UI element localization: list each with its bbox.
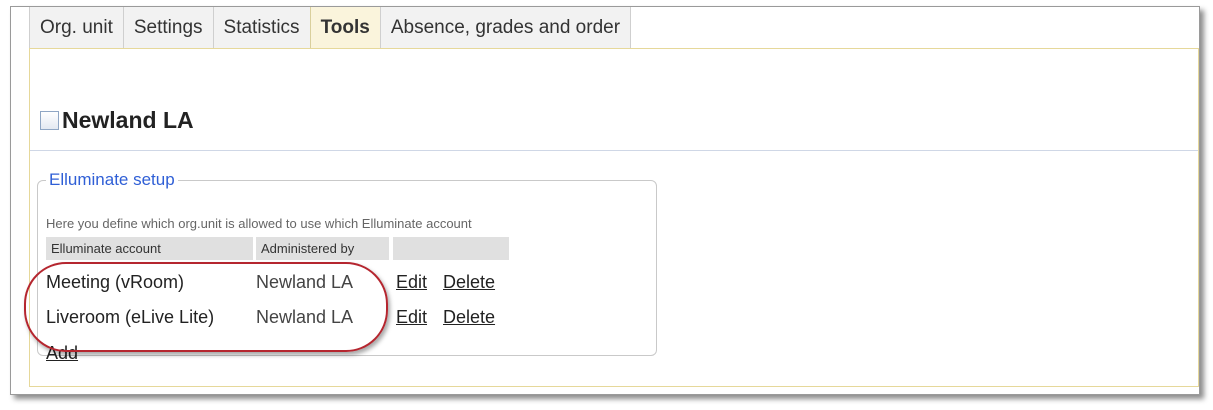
elluminate-setup-box: Elluminate setup Here you define which o… <box>24 170 657 363</box>
edit-link[interactable]: Edit <box>396 307 427 328</box>
tab-statistics[interactable]: Statistics <box>212 7 310 49</box>
page-title-row: Newland LA <box>40 107 194 134</box>
column-header-actions <box>393 237 509 260</box>
tab-absence-grades-order[interactable]: Absence, grades and order <box>379 7 632 49</box>
setup-description: Here you define which org.unit is allowe… <box>46 216 472 231</box>
admin-cell: Newland LA <box>256 307 354 327</box>
org-unit-icon <box>40 111 59 130</box>
column-header-account: Elluminate account <box>46 237 253 260</box>
tool-panel: Org. unit Settings Statistics Tools Abse… <box>10 6 1200 395</box>
account-cell: Liveroom (eLive Lite) <box>46 307 215 327</box>
tab-org-unit[interactable]: Org. unit <box>29 7 123 49</box>
setup-legend: Elluminate setup <box>49 170 175 189</box>
delete-link[interactable]: Delete <box>443 307 495 328</box>
add-link[interactable]: Add <box>46 343 78 364</box>
page-title: Newland LA <box>62 107 194 133</box>
admin-cell: Newland LA <box>256 272 354 292</box>
tab-content: Newland LA Elluminate setup Here you def… <box>24 48 1199 387</box>
edit-link[interactable]: Edit <box>396 272 427 293</box>
account-cell: Meeting (vRoom) <box>46 272 185 292</box>
divider <box>30 150 1198 151</box>
delete-link[interactable]: Delete <box>443 272 495 293</box>
tab-settings[interactable]: Settings <box>122 7 213 49</box>
column-header-administered-by: Administered by <box>256 237 389 260</box>
tab-tools[interactable]: Tools <box>309 7 380 49</box>
tab-bar: Org. unit Settings Statistics Tools Abse… <box>29 7 632 49</box>
